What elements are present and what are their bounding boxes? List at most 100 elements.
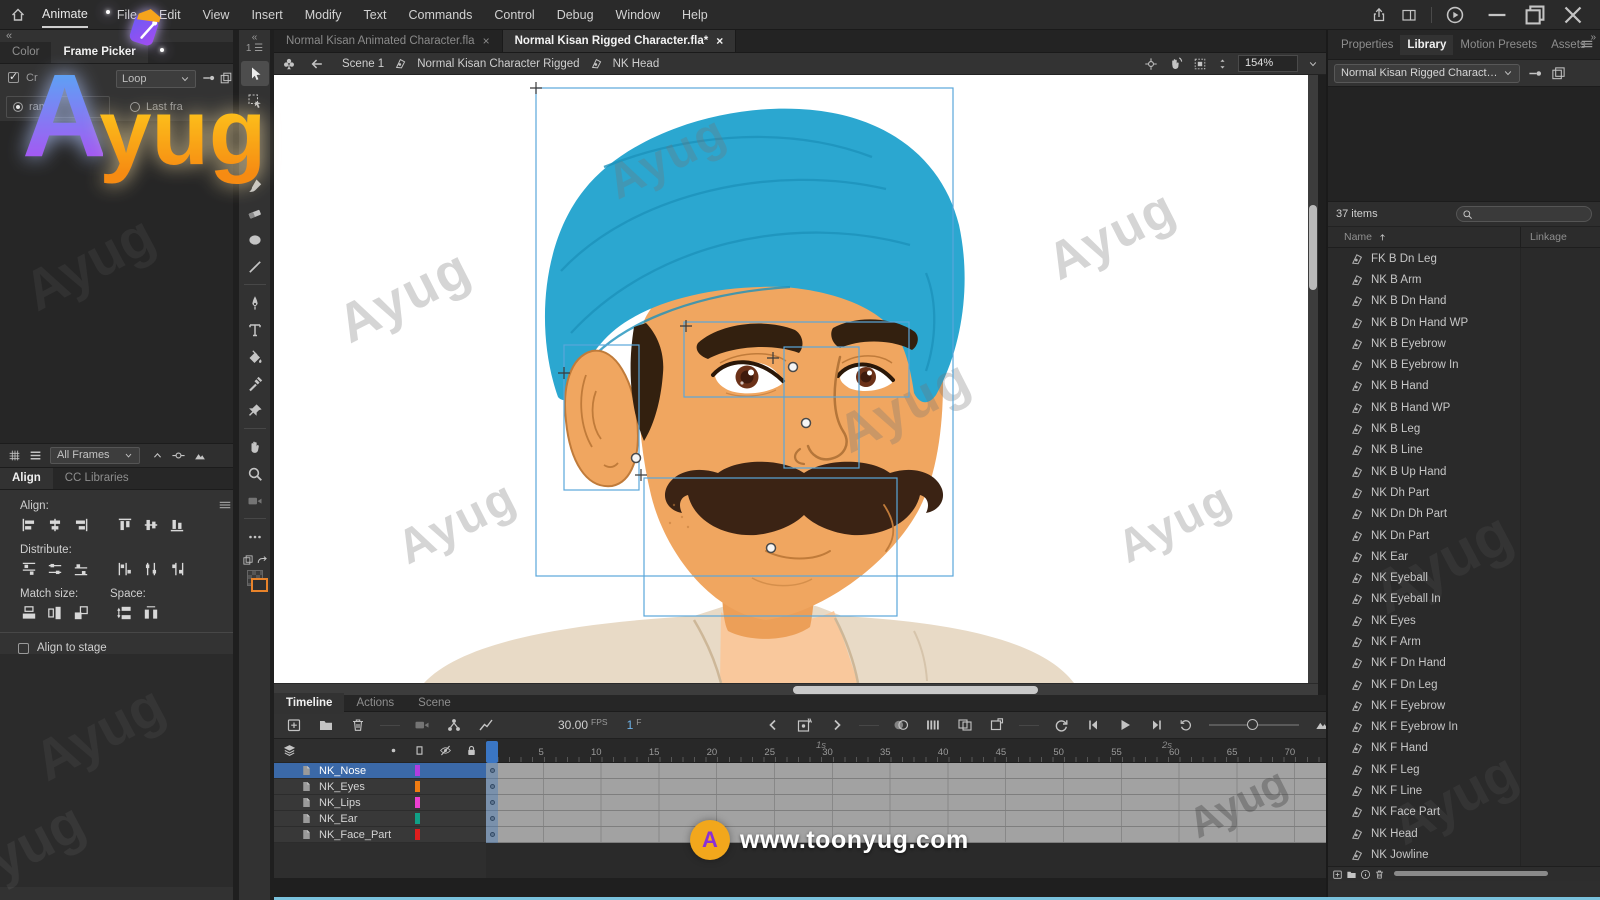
radio-last-frame[interactable] xyxy=(130,102,140,112)
library-item-name[interactable]: NK F Eyebrow In xyxy=(1371,721,1458,733)
menu-item[interactable]: View xyxy=(192,8,241,22)
library-hscroll-thumb[interactable] xyxy=(1394,871,1548,876)
library-item[interactable]: NK B Leg xyxy=(1328,418,1600,439)
library-item[interactable]: NK B Line xyxy=(1328,440,1600,461)
frame-markers-button[interactable] xyxy=(987,715,1007,735)
zoom-tool[interactable] xyxy=(241,461,269,486)
document-tab[interactable]: Normal Kisan Rigged Character.fla* × xyxy=(503,30,737,52)
match-width-button[interactable] xyxy=(18,604,40,622)
library-item[interactable]: NK B Up Hand xyxy=(1328,461,1600,482)
layer-nk-nose[interactable] xyxy=(486,763,1326,779)
layer-nk-lips[interactable] xyxy=(486,795,1326,811)
menu-animate[interactable]: Animate xyxy=(36,0,106,30)
library-item-name[interactable]: NK F Line xyxy=(1371,785,1422,797)
tab-scene[interactable]: Scene xyxy=(406,693,463,714)
selection-tool[interactable] xyxy=(241,61,269,86)
layer-nk-ear[interactable]: NK_Ear xyxy=(274,811,486,827)
vertical-scrollbar[interactable] xyxy=(1308,75,1318,683)
step-back-button[interactable] xyxy=(1083,715,1103,735)
fps-value[interactable]: 30.00 xyxy=(558,718,588,732)
layer-nk-eyes[interactable] xyxy=(486,779,1326,795)
share-icon[interactable] xyxy=(1371,7,1387,23)
camera-button[interactable] xyxy=(412,715,432,735)
distribute-bottom-button[interactable] xyxy=(70,560,92,578)
library-item-name[interactable]: NK B Dn Hand xyxy=(1371,295,1446,307)
breadcrumb-symbol[interactable]: NK Head xyxy=(609,58,664,70)
tab-cc-libraries[interactable]: CC Libraries xyxy=(53,468,141,489)
grid-view-icon[interactable] xyxy=(8,449,21,462)
fill-stroke-swatch[interactable] xyxy=(247,570,263,586)
stage[interactable]: Ayug Ayug Ayug Ayug Ayug Ayug xyxy=(274,75,1308,683)
loop-dropdown[interactable]: Loop xyxy=(116,70,196,88)
layer-nk-face-part[interactable]: NK_Face_Part xyxy=(274,827,486,843)
home-icon[interactable] xyxy=(0,7,36,23)
collapse-tools-icon[interactable]: « xyxy=(252,32,258,43)
space-vertical-button[interactable] xyxy=(114,604,136,622)
timeline-button[interactable] xyxy=(859,715,879,735)
layer-nk-lips[interactable]: NK_Lips xyxy=(274,795,486,811)
align-top-button[interactable] xyxy=(114,516,136,534)
pin-library-icon[interactable] xyxy=(1528,66,1543,81)
library-item[interactable]: NK B Hand WP xyxy=(1328,397,1600,418)
align-to-stage-checkbox[interactable] xyxy=(18,643,29,654)
current-frame-value[interactable]: 1 xyxy=(627,718,634,732)
highlight-column-icon[interactable] xyxy=(387,744,400,757)
match-height-button[interactable] xyxy=(44,604,66,622)
menu-item[interactable]: Help xyxy=(671,8,719,22)
prev-keyframe-button[interactable] xyxy=(763,715,783,735)
library-item[interactable]: FK B Dn Leg xyxy=(1328,248,1600,269)
library-item[interactable]: NK F Leg xyxy=(1328,759,1600,780)
library-item-name[interactable]: NK B Hand xyxy=(1371,380,1429,392)
layer-name[interactable]: NK_Ear xyxy=(319,813,358,825)
library-item[interactable]: NK Dh Part xyxy=(1328,482,1600,503)
layer-color-swatch[interactable] xyxy=(415,765,420,776)
library-item-name[interactable]: NK B Hand WP xyxy=(1371,402,1450,414)
slider-knob[interactable] xyxy=(1247,719,1258,730)
workspace-icon[interactable] xyxy=(1401,7,1417,23)
library-item[interactable]: NK B Arm xyxy=(1328,269,1600,290)
symbol-properties-button[interactable] xyxy=(1360,869,1371,880)
align-middle-v-button[interactable] xyxy=(140,516,162,534)
library-item[interactable]: NK Eyes xyxy=(1328,610,1600,631)
library-item-name[interactable]: NK Eyes xyxy=(1371,615,1416,627)
onion-skin-button[interactable] xyxy=(891,715,911,735)
align-bottom-button[interactable] xyxy=(166,516,188,534)
library-item-name[interactable]: NK Dn Dh Part xyxy=(1371,508,1447,520)
layer-name[interactable]: NK_Nose xyxy=(319,765,366,777)
create-keyframe-checkbox[interactable] xyxy=(8,72,19,83)
collapse-left-icon[interactable]: « xyxy=(0,29,18,43)
rotate-view-icon[interactable] xyxy=(1168,56,1183,71)
oval-tool[interactable] xyxy=(241,227,269,252)
breadcrumb-symbol[interactable]: Normal Kisan Character Rigged xyxy=(413,58,583,70)
document-tab[interactable]: Normal Kisan Animated Character.fla × xyxy=(274,30,503,52)
library-item-name[interactable]: NK Ear xyxy=(1371,551,1408,563)
insert-frame-button[interactable] xyxy=(284,715,304,735)
new-symbol-button[interactable] xyxy=(1332,869,1343,880)
close-tab-icon[interactable]: × xyxy=(716,34,723,48)
preview-size-icon[interactable] xyxy=(194,450,206,462)
library-item-name[interactable]: NK B Arm xyxy=(1371,274,1421,286)
panel-menu-icon[interactable] xyxy=(218,498,232,512)
tab-properties[interactable]: Properties xyxy=(1334,35,1400,55)
tool-button[interactable] xyxy=(241,281,269,288)
restore-button[interactable] xyxy=(1516,0,1554,30)
timeline-button[interactable] xyxy=(1019,715,1039,735)
onion-outline-button[interactable] xyxy=(923,715,943,735)
layer-color-swatch[interactable] xyxy=(415,829,420,840)
library-item-name[interactable]: NK F Dn Hand xyxy=(1371,657,1446,669)
next-keyframe-button[interactable] xyxy=(827,715,847,735)
outline-column-icon[interactable] xyxy=(413,744,426,757)
new-library-panel-icon[interactable] xyxy=(1551,66,1566,81)
distribute-center-button[interactable] xyxy=(140,560,162,578)
library-item[interactable]: NK Ear xyxy=(1328,546,1600,567)
visibility-column-icon[interactable] xyxy=(439,744,452,757)
layer-name[interactable]: NK_Face_Part xyxy=(319,829,391,841)
library-item[interactable]: NK F Eyebrow In xyxy=(1328,717,1600,738)
library-item[interactable]: NK Jowline xyxy=(1328,844,1600,865)
list-view-icon[interactable] xyxy=(29,449,42,462)
library-item[interactable]: NK Eyeball xyxy=(1328,567,1600,588)
menu-item[interactable]: Commands xyxy=(397,8,483,22)
library-item-name[interactable]: NK B Up Hand xyxy=(1371,466,1446,478)
menu-item[interactable]: Control xyxy=(483,8,545,22)
line-tool[interactable] xyxy=(241,254,269,279)
